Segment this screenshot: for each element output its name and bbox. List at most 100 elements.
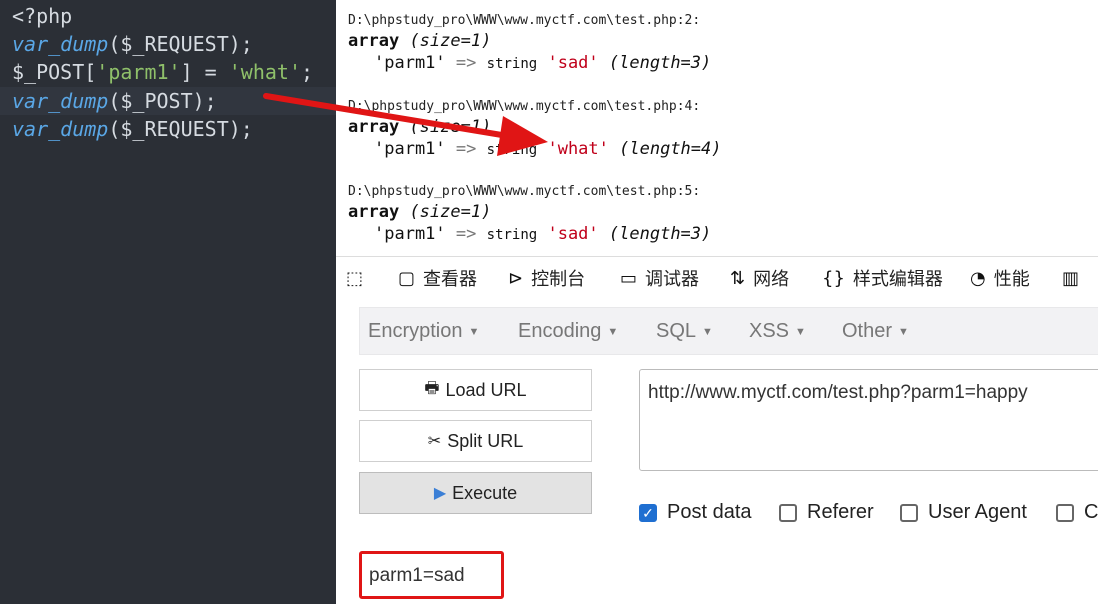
- dump-file-path: D:\phpstudy_pro\WWW\www.myctf.com\test.p…: [348, 99, 701, 114]
- tab-style-editor-label: 样式编辑器: [852, 269, 943, 289]
- tab-style-editor[interactable]: {} 样式编辑器: [822, 266, 943, 290]
- scissors-icon: ✂: [427, 433, 442, 450]
- dump-entry: 'parm1' => string 'what' (length=4): [348, 138, 722, 161]
- console-icon: ⊳: [508, 267, 524, 289]
- code-token: var_dump: [12, 117, 109, 141]
- code-editor[interactable]: <?php var_dump($_REQUEST); $_POST['parm1']…: [0, 0, 336, 604]
- split-url-label: Split URL: [447, 430, 524, 451]
- checkbox-icon: [900, 503, 918, 522]
- menu-encryption-label: Encryption: [368, 320, 463, 342]
- dump-length: (length=3): [608, 53, 712, 73]
- dump-array-keyword: array: [348, 31, 400, 51]
- dump-type: string: [486, 142, 538, 158]
- tab-network-label: 网络: [753, 269, 790, 289]
- dump-array-keyword: array: [348, 202, 400, 222]
- tab-console[interactable]: ⊳ 控制台: [508, 266, 585, 290]
- dump-key: 'parm1': [374, 53, 446, 73]
- user-agent-label: User Agent: [928, 501, 1027, 523]
- checkbox-icon: [779, 503, 797, 522]
- post-data-checkbox[interactable]: ✓ Post data: [639, 501, 752, 524]
- chevron-down-icon: ▼: [795, 325, 806, 338]
- hackbar-menubar: Encryption ▼ Encoding ▼ SQL ▼ XSS ▼ Other ▼: [359, 307, 1098, 355]
- post-data-label: Post data: [667, 501, 752, 523]
- chevron-down-icon: ▼: [898, 325, 909, 338]
- load-url-label: Load URL: [445, 379, 527, 400]
- dump-entry: 'parm1' => string 'sad' (length=3): [348, 52, 711, 75]
- user-agent-checkbox[interactable]: User Agent: [900, 501, 1027, 524]
- menu-other[interactable]: Other ▼: [842, 320, 909, 343]
- dump-file-path: D:\phpstudy_pro\WWW\www.myctf.com\test.p…: [348, 184, 701, 199]
- dump-value: 'sad': [547, 224, 599, 244]
- pick-element-icon: ⬚: [346, 267, 364, 289]
- devtools-toolbar: ⬚ ▢ 查看器 ⊳ 控制台 ▭ 调试器 ⇅ 网络 {} 样式编辑器 ◔ 性能 ▥: [336, 256, 1098, 300]
- tab-debugger-label: 调试器: [645, 269, 700, 289]
- dump-value: 'what': [547, 139, 609, 159]
- play-icon: ▶: [433, 485, 447, 502]
- var-dump-block: D:\phpstudy_pro\WWW\www.myctf.com\test.p…: [348, 183, 711, 246]
- code-token: $_POST[: [12, 60, 97, 84]
- menu-sql[interactable]: SQL ▼: [656, 320, 713, 343]
- network-icon: ⇅: [730, 267, 746, 289]
- cookies-checkbox[interactable]: C: [1056, 501, 1098, 524]
- code-line: var_dump($_REQUEST);: [12, 30, 253, 58]
- dump-value: 'sad': [547, 53, 599, 73]
- code-line: var_dump($_POST);: [0, 87, 336, 115]
- code-token: 'what': [228, 60, 302, 84]
- hackbar-panel: Encryption ▼ Encoding ▼ SQL ▼ XSS ▼ Other ▼ 🖶…: [336, 299, 1098, 604]
- dump-array-keyword: array: [348, 117, 400, 137]
- menu-sql-label: SQL: [656, 320, 697, 342]
- split-url-button[interactable]: ✂ Split URL: [359, 420, 592, 462]
- dump-length: (length=3): [608, 224, 712, 244]
- dump-file-path: D:\phpstudy_pro\WWW\www.myctf.com\test.p…: [348, 13, 701, 28]
- dump-key: 'parm1': [374, 139, 446, 159]
- dump-array-line: array (size=1): [348, 116, 722, 138]
- menu-encryption[interactable]: Encryption ▼: [368, 320, 479, 343]
- chevron-down-icon: ▼: [702, 325, 713, 338]
- pick-element-button[interactable]: ⬚: [346, 266, 371, 290]
- dump-type: string: [486, 227, 538, 243]
- dump-array-size: (size=1): [409, 202, 492, 222]
- tab-inspector[interactable]: ▢ 查看器: [398, 266, 477, 290]
- tab-network[interactable]: ⇅ 网络: [730, 266, 789, 290]
- chevron-down-icon: ▼: [607, 325, 619, 338]
- code-token: ;: [301, 60, 314, 84]
- chevron-down-icon: ▼: [468, 325, 480, 338]
- dump-arrow: =>: [455, 53, 477, 73]
- dump-entry: 'parm1' => string 'sad' (length=3): [348, 223, 711, 246]
- tab-console-label: 控制台: [531, 269, 586, 289]
- cookies-label: C: [1084, 501, 1098, 523]
- code-token: var_dump: [12, 32, 109, 56]
- inspector-icon: ▢: [398, 267, 416, 289]
- menu-xss[interactable]: XSS ▼: [749, 320, 806, 343]
- execute-label: Execute: [452, 482, 518, 503]
- menu-xss-label: XSS: [749, 320, 790, 342]
- code-line: <?php: [12, 2, 72, 30]
- dump-array-line: array (size=1): [348, 30, 711, 52]
- referer-checkbox[interactable]: Referer: [779, 501, 874, 524]
- performance-icon: ◔: [970, 267, 986, 289]
- tab-debugger[interactable]: ▭ 调试器: [620, 266, 699, 290]
- code-line: $_POST['parm1'] = 'what';: [12, 58, 313, 86]
- code-token: ($_REQUEST);: [108, 32, 253, 56]
- menu-encoding-label: Encoding: [518, 320, 602, 342]
- load-url-button[interactable]: 🖶 Load URL: [359, 369, 592, 411]
- dump-array-line: array (size=1): [348, 201, 711, 223]
- code-token: ($_POST);: [108, 89, 217, 113]
- post-data-input[interactable]: parm1=sad: [359, 551, 504, 599]
- dump-arrow: =>: [455, 139, 477, 159]
- var-dump-block: D:\phpstudy_pro\WWW\www.myctf.com\test.p…: [348, 98, 722, 161]
- url-input[interactable]: http://www.myctf.com/test.php?parm1=happ…: [639, 369, 1098, 471]
- debugger-icon: ▭: [620, 267, 638, 289]
- code-token: var_dump: [12, 89, 109, 113]
- code-token: <?php: [12, 4, 73, 28]
- execute-button[interactable]: ▶ Execute: [359, 472, 592, 514]
- menu-encoding[interactable]: Encoding ▼: [518, 320, 618, 343]
- dump-array-size: (size=1): [409, 117, 492, 137]
- tab-inspector-label: 查看器: [423, 269, 478, 289]
- dump-arrow: =>: [455, 224, 477, 244]
- var-dump-block: D:\phpstudy_pro\WWW\www.myctf.com\test.p…: [348, 12, 711, 75]
- memory-icon: ▥: [1062, 267, 1080, 289]
- more-tools-button[interactable]: ▥: [1062, 266, 1087, 290]
- dump-type: string: [486, 56, 538, 72]
- tab-performance[interactable]: ◔ 性能: [970, 266, 1030, 290]
